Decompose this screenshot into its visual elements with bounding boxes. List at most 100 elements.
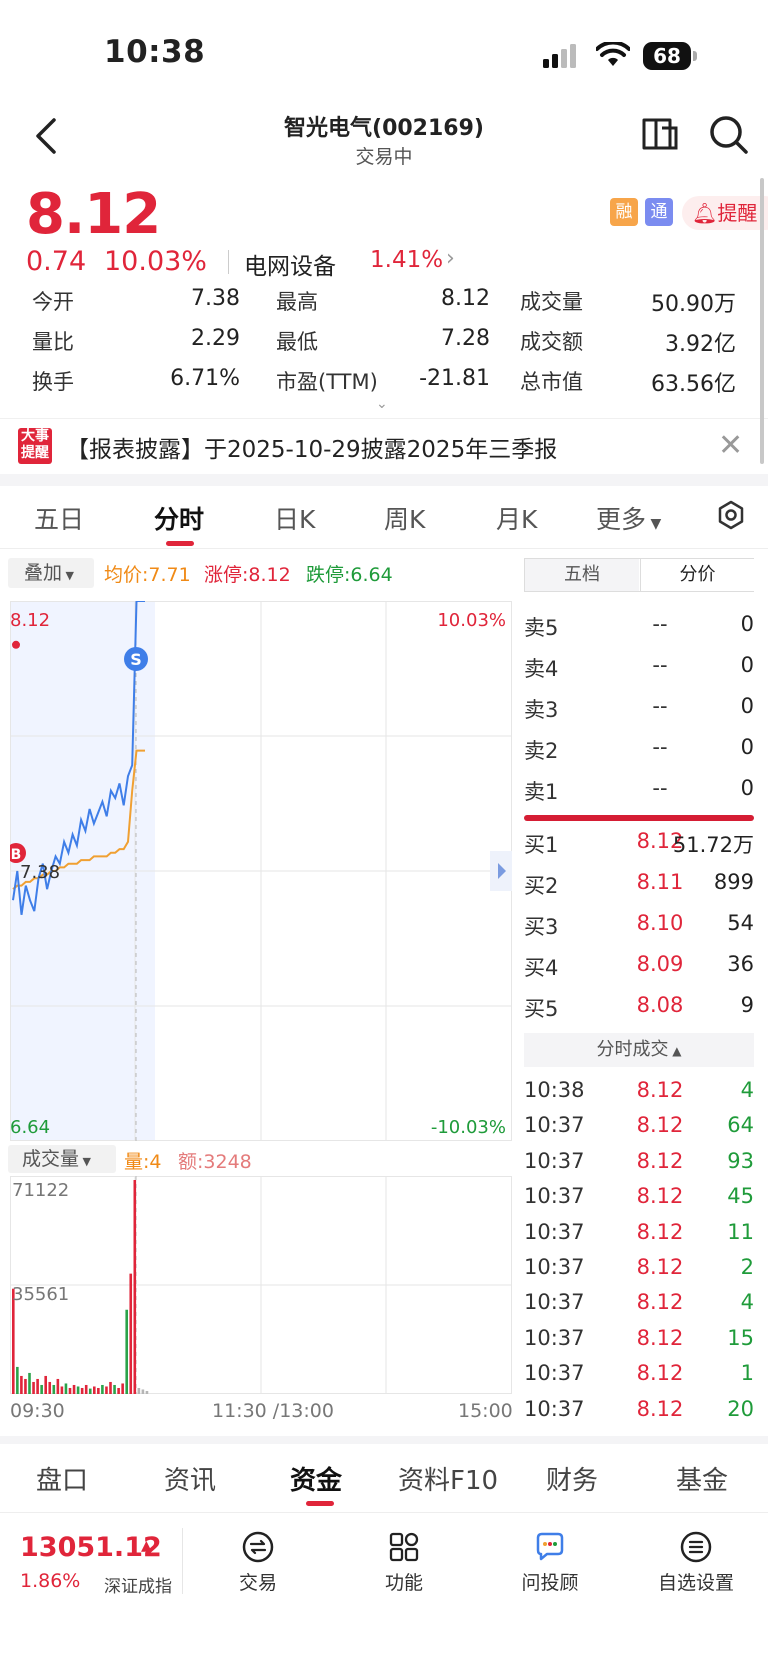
function-label: 功能 xyxy=(384,1572,423,1594)
bid-price: 8.11 xyxy=(636,870,684,894)
exchange-icon xyxy=(242,1531,274,1563)
volume-bar xyxy=(93,1386,96,1394)
price-change: 0.74 xyxy=(26,246,87,277)
volume-bar xyxy=(129,1273,133,1394)
limit-up-label: 涨停:8.12 xyxy=(204,564,291,586)
tick-row: 10:37 8.12 4 xyxy=(524,1290,754,1324)
tick-price: 8.12 xyxy=(636,1184,684,1209)
trade-button[interactable]: 交易 xyxy=(203,1530,313,1595)
tab-finance[interactable]: 财务 xyxy=(546,1460,598,1497)
tabs-border xyxy=(0,548,768,549)
bottom-pct-label: -10.03% xyxy=(431,1117,506,1138)
volume-label: 成交量 xyxy=(22,1148,80,1170)
ask-row: 卖2 -- 0 xyxy=(524,735,754,771)
index-name: 深证成指 xyxy=(104,1577,172,1597)
chevron-right-icon[interactable]: › xyxy=(446,246,455,271)
price-change-pct: 10.03% xyxy=(104,246,207,277)
tab-handicap[interactable]: 盘口 xyxy=(36,1460,88,1497)
volume-bar xyxy=(44,1375,47,1394)
list-icon xyxy=(680,1531,712,1563)
tab-price-distribution[interactable]: 分价 xyxy=(640,559,754,591)
top-pct-label: 10.03% xyxy=(437,610,506,631)
tick-row: 10:37 8.12 64 xyxy=(524,1113,754,1147)
volume-bar xyxy=(68,1387,72,1394)
tick-price: 8.12 xyxy=(636,1325,684,1350)
advisor-button[interactable]: 问投顾 xyxy=(495,1530,605,1595)
stat-value: 63.56亿 xyxy=(651,372,736,397)
tick-volume: 1 xyxy=(740,1361,754,1386)
ask-row: 卖3 -- 0 xyxy=(524,694,754,730)
tick-volume: 93 xyxy=(727,1148,754,1173)
scrollbar[interactable] xyxy=(760,178,764,464)
tab-intraday[interactable]: 分时 xyxy=(154,500,204,536)
notice-text[interactable]: 【报表披露】于2025-10-29披露2025年三季报 xyxy=(66,430,557,464)
bottom-tabs-bar xyxy=(0,1436,768,1510)
volume-dropdown[interactable]: 成交量 ▼ xyxy=(8,1145,116,1173)
caret-up-icon: ▲ xyxy=(668,1044,682,1058)
tab-more[interactable]: 更多 ▼ xyxy=(596,500,661,536)
grid-icon xyxy=(389,1532,419,1562)
overlay-dropdown[interactable]: 叠加 ▼ xyxy=(8,558,94,588)
volume-bar xyxy=(145,1390,149,1394)
volume-chart[interactable]: 71122 35561 xyxy=(10,1176,512,1394)
bid-volume: 54 xyxy=(727,911,754,935)
bid-row: 买2 8.11 899 xyxy=(524,870,754,906)
ticks-header-label: 分时成交 xyxy=(596,1039,669,1060)
tab-capital[interactable]: 资金 xyxy=(290,1460,342,1497)
volume-bar xyxy=(72,1384,76,1394)
tab-daily-k[interactable]: 日K xyxy=(274,500,315,536)
sell-marker-label: S xyxy=(130,650,142,669)
stat-value: 3.92亿 xyxy=(665,332,736,357)
tick-row: 10:37 8.12 20 xyxy=(524,1397,754,1431)
volume-bar xyxy=(121,1383,124,1394)
tick-row: 10:37 8.12 45 xyxy=(524,1184,754,1218)
expand-stats-icon[interactable]: ⌄ xyxy=(376,396,388,412)
sector-pct[interactable]: 1.41% xyxy=(370,247,443,273)
function-button[interactable]: 功能 xyxy=(349,1530,459,1595)
tab-monthly-k[interactable]: 月K xyxy=(496,500,537,536)
stat-label: 成交额 xyxy=(520,330,583,354)
search-icon[interactable] xyxy=(706,112,750,156)
tab-f10[interactable]: 资料F10 xyxy=(398,1460,498,1497)
bid-label: 买5 xyxy=(524,997,559,1021)
expand-chart-handle[interactable] xyxy=(490,851,512,891)
order-book-divider xyxy=(524,815,754,821)
buy-marker-label: B xyxy=(11,847,22,863)
tab-news[interactable]: 资讯 xyxy=(164,1460,216,1497)
ask-label: 卖5 xyxy=(524,616,559,640)
volume-bar xyxy=(36,1378,39,1394)
tab-active-indicator xyxy=(166,541,194,546)
tab-more-label: 更多 xyxy=(596,505,647,534)
sell-marker[interactable]: S xyxy=(124,647,148,671)
bid-row: 买1 8.12 51.72万 xyxy=(524,829,754,865)
stat-label: 换手 xyxy=(32,370,74,394)
ask-row: 卖5 -- 0 xyxy=(524,612,754,648)
tab-fund[interactable]: 基金 xyxy=(676,1460,728,1497)
ask-price: -- xyxy=(652,694,668,718)
tab-five-day[interactable]: 五日 xyxy=(34,500,84,536)
time-axis-end: 15:00 xyxy=(458,1400,513,1422)
stat-label: 量比 xyxy=(32,330,74,354)
tick-time: 10:37 xyxy=(524,1325,585,1350)
tab-five-levels[interactable]: 五档 xyxy=(525,559,639,591)
book-icon[interactable] xyxy=(640,114,680,154)
ask-label: 卖1 xyxy=(524,780,559,804)
tick-row: 10:37 8.12 11 xyxy=(524,1220,754,1254)
limit-down-label: 跌停:6.64 xyxy=(306,564,393,586)
price-chart[interactable]: S B 8.12 10.03% 6.64 -10.03% 7.38 xyxy=(10,601,512,1141)
caret-down-icon: ▼ xyxy=(646,516,662,532)
sector-name[interactable]: 电网设备 xyxy=(244,247,336,281)
volume-bar xyxy=(64,1383,68,1394)
tab-weekly-k[interactable]: 周K xyxy=(384,500,425,536)
bid-row: 买5 8.08 9 xyxy=(524,993,754,1029)
watchlist-settings-button[interactable]: 自选设置 xyxy=(641,1530,751,1595)
tick-time: 10:37 xyxy=(524,1290,585,1315)
ticks-header[interactable]: 分时成交 ▲ xyxy=(524,1033,754,1067)
close-icon[interactable]: ✕ xyxy=(718,428,743,463)
ask-row: 卖1 -- 0 xyxy=(524,776,754,812)
settings-icon[interactable] xyxy=(716,500,746,530)
tick-price: 8.12 xyxy=(636,1148,684,1173)
divider xyxy=(228,250,229,274)
stat-label: 总市值 xyxy=(520,370,583,394)
alert-button[interactable]: 🔔︎提醒 xyxy=(682,196,768,230)
